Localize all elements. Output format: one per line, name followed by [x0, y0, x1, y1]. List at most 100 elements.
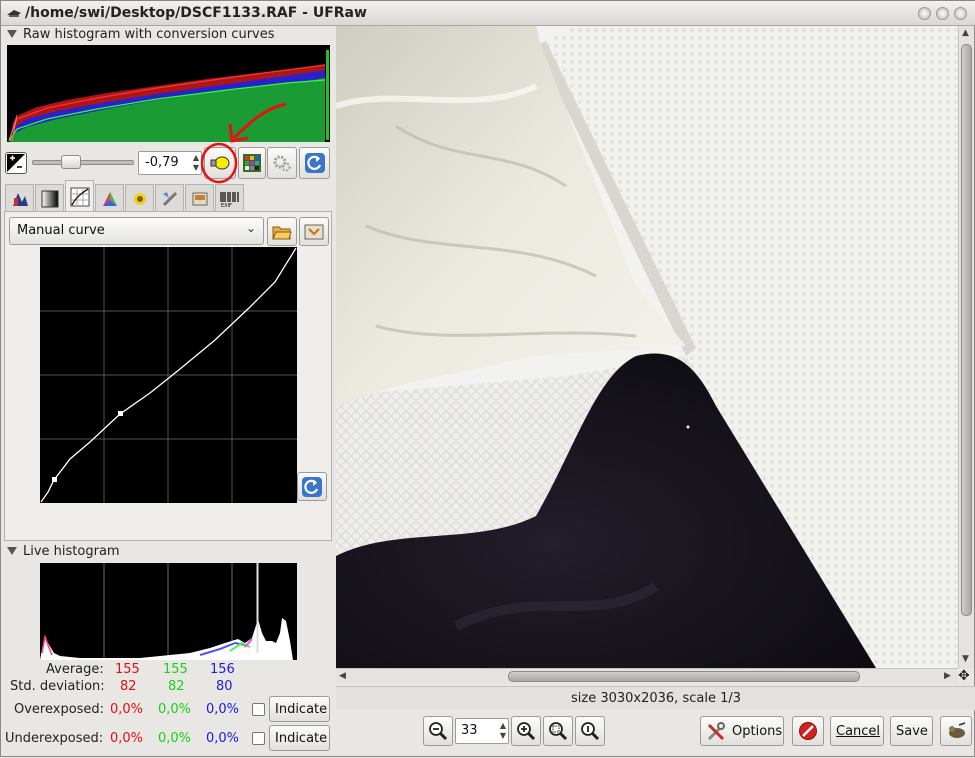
- curve-preset-value: Manual curve: [17, 223, 105, 238]
- average-green: 155: [163, 662, 188, 677]
- zoom-in-icon: [517, 722, 536, 741]
- settings-button[interactable]: [267, 147, 297, 179]
- folder-open-icon: [272, 226, 292, 239]
- std-red: 82: [120, 679, 137, 694]
- raw-histogram-header: Raw histogram with conversion curves: [23, 27, 275, 42]
- exposure-slider[interactable]: [32, 155, 134, 169]
- live-histogram-header: Live histogram: [23, 544, 120, 559]
- vertical-scroll-thumb[interactable]: [961, 44, 972, 616]
- title-bar: /home/swi/Desktop/DSCF1133.RAF - UFRaw: [1, 1, 975, 26]
- maximize-button[interactable]: [936, 7, 949, 20]
- cancel-label: Cancel: [836, 724, 881, 739]
- tab-base-curve[interactable]: [65, 180, 94, 213]
- zoom-spinbox[interactable]: 33 ▲ ▼: [455, 718, 509, 744]
- gimp-icon: [949, 722, 966, 738]
- zoom-value[interactable]: 33: [461, 723, 478, 738]
- tab-grayscale[interactable]: [35, 184, 64, 213]
- vertical-scrollbar[interactable]: ▲ ▼: [958, 26, 974, 668]
- tab-correct-luminosity[interactable]: [125, 184, 154, 213]
- tab-crop-rotate[interactable]: [185, 184, 214, 213]
- curve-page: Manual curve ⌄: [4, 211, 332, 541]
- ufraw-window: /home/swi/Desktop/DSCF1133.RAF - UFRaw R…: [0, 0, 975, 757]
- horizontal-scroll-thumb[interactable]: [508, 671, 860, 682]
- send-to-gimp-button[interactable]: [940, 716, 972, 746]
- indicate-overexposed-button[interactable]: Indicate: [269, 696, 330, 722]
- white-balance-icon: [12, 193, 28, 206]
- tab-exif[interactable]: EXIF: [215, 184, 244, 213]
- underexposed-blue: 0,0%: [206, 731, 240, 746]
- exposure-spinbox[interactable]: -0,79 ▲ ▼: [138, 151, 202, 175]
- average-label: Average:: [46, 662, 104, 677]
- scroll-right-icon[interactable]: ▶: [944, 671, 951, 681]
- status-bar: size 3030x2036, scale 1/3: [336, 686, 975, 710]
- load-curve-button[interactable]: [267, 217, 297, 246]
- save-curve-icon: [304, 224, 324, 239]
- color-management-icon: [102, 192, 117, 206]
- tools-icon: [707, 722, 725, 741]
- average-blue: 156: [210, 662, 235, 677]
- luminosity-icon: [133, 193, 146, 205]
- std-green: 82: [168, 679, 185, 694]
- overexposed-checkbox[interactable]: [252, 703, 265, 716]
- exif-barcode-icon: EXIF: [219, 192, 239, 208]
- overexposed-label: Overexposed:: [14, 702, 105, 717]
- curve-icon: [70, 187, 89, 207]
- expander-triangle-icon: [7, 546, 17, 555]
- zoom-out-button[interactable]: [423, 716, 453, 746]
- window-title: /home/swi/Desktop/DSCF1133.RAF - UFRaw: [25, 5, 367, 21]
- spin-arrows-icon[interactable]: ▲ ▼: [500, 721, 506, 741]
- curve-anchor-point[interactable]: [118, 411, 123, 416]
- minimize-button[interactable]: [918, 7, 931, 20]
- pan-icon[interactable]: ✥: [958, 668, 970, 684]
- save-curve-button[interactable]: [299, 217, 329, 246]
- tab-lens-correction[interactable]: [155, 184, 184, 213]
- options-label: Options: [732, 724, 783, 739]
- reset-icon: [304, 153, 325, 173]
- zoom-100-button[interactable]: [575, 716, 605, 746]
- curve-preset-combo[interactable]: Manual curve ⌄: [9, 217, 264, 245]
- std-label: Std. deviation:: [10, 679, 105, 694]
- zoom-fit-icon: [549, 722, 568, 741]
- reset-curve-button[interactable]: [297, 472, 327, 501]
- tab-white-balance[interactable]: [5, 184, 34, 213]
- crop-icon: [192, 192, 207, 206]
- svg-text:EXIF: EXIF: [221, 203, 232, 208]
- zoom-in-button[interactable]: [511, 716, 541, 746]
- indicate-label: Indicate: [275, 731, 328, 746]
- save-button[interactable]: Save: [890, 716, 933, 746]
- zoom-out-icon: [429, 722, 448, 741]
- scroll-down-icon[interactable]: ▼: [962, 654, 969, 664]
- delete-button[interactable]: [792, 716, 824, 746]
- indicate-underexposed-button[interactable]: Indicate: [269, 725, 330, 751]
- photo-preview[interactable]: [336, 26, 958, 668]
- overexposed-red: 0,0%: [110, 702, 144, 717]
- cancel-button[interactable]: Cancel: [830, 716, 884, 746]
- zoom-original-icon: [581, 722, 600, 741]
- underexposed-checkbox[interactable]: [252, 732, 265, 745]
- scroll-up-icon[interactable]: ▲: [962, 28, 969, 38]
- scroll-left-icon[interactable]: ◀: [339, 671, 346, 681]
- exposure-value[interactable]: -0,79: [145, 155, 179, 170]
- options-button[interactable]: Options: [700, 716, 784, 746]
- curve-anchor-point[interactable]: [52, 477, 57, 482]
- gears-icon: [273, 155, 291, 172]
- exposure-slider-handle[interactable]: [61, 155, 81, 169]
- average-red: 155: [115, 662, 140, 677]
- close-button[interactable]: [954, 7, 967, 20]
- color-chart-button[interactable]: [238, 147, 266, 179]
- raw-histogram-expander[interactable]: Raw histogram with conversion curves: [7, 27, 275, 42]
- lens-icon: [162, 191, 177, 207]
- horizontal-scrollbar[interactable]: ◀ ▶: [336, 668, 958, 684]
- reset-exposure-button[interactable]: [299, 147, 330, 179]
- preview-area: ▲ ▼ ◀ ▶ ✥ size 3030x2036, scale 1/3 33 ▲…: [336, 26, 975, 758]
- underexposed-green: 0,0%: [158, 731, 192, 746]
- app-icon: [7, 10, 21, 17]
- left-panel: Raw histogram with conversion curves -0,…: [1, 26, 334, 758]
- tab-color-management[interactable]: [95, 184, 124, 213]
- zoom-fit-button[interactable]: [543, 716, 573, 746]
- curve-editor[interactable]: [40, 247, 297, 503]
- live-histogram-expander[interactable]: Live histogram: [7, 544, 120, 559]
- reset-icon: [302, 476, 322, 497]
- stop-icon: [799, 722, 817, 740]
- std-blue: 80: [216, 679, 233, 694]
